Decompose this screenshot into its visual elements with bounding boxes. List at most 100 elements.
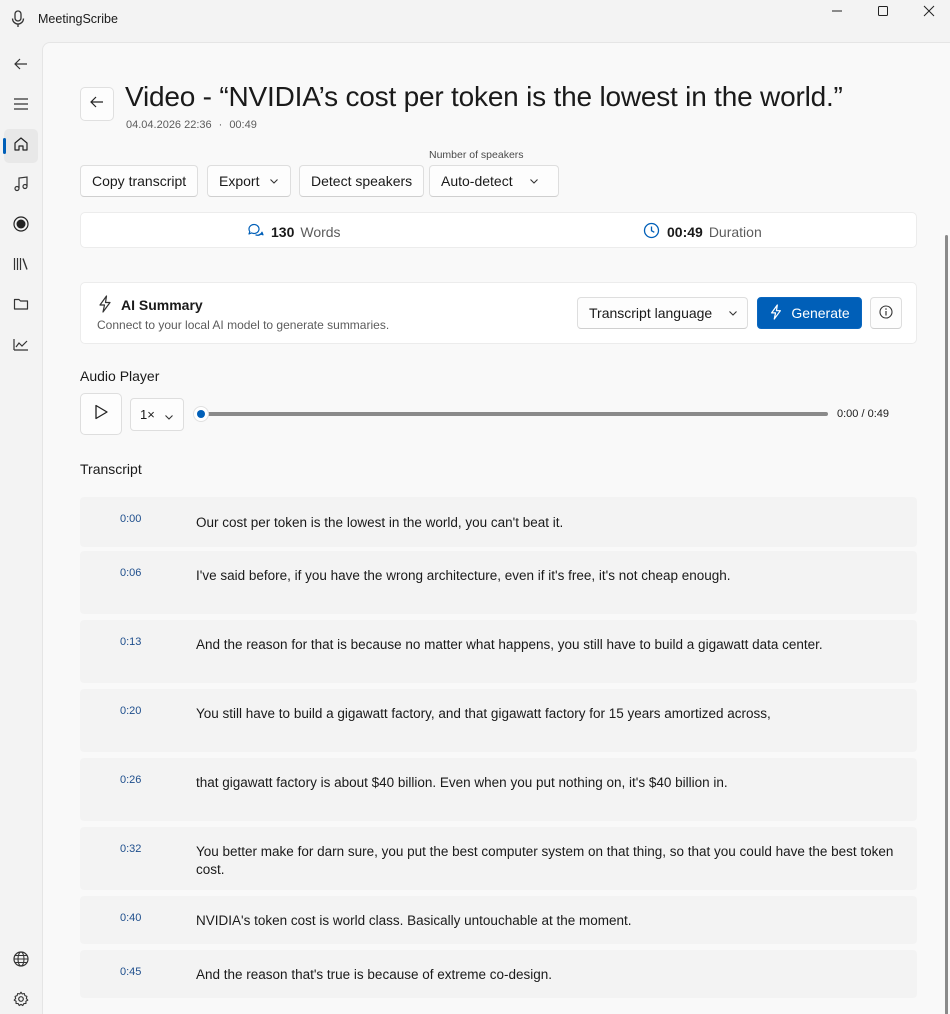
segment-timestamp[interactable]: 0:00 (120, 513, 141, 525)
home-icon (13, 136, 29, 157)
title-bar: MeetingScribe (0, 0, 950, 42)
lightning-icon (769, 303, 791, 323)
speakers-count-label: Number of speakers (429, 149, 524, 161)
recording-date: 04.04.2026 22:36 (126, 119, 212, 131)
playback-speed-value: 1× (140, 407, 155, 422)
words-stat: 130 Words (247, 222, 341, 242)
play-button[interactable] (80, 393, 122, 435)
playback-time: 0:00 / 0:49 (837, 408, 889, 420)
nav-item-home[interactable] (3, 129, 38, 163)
nav-item-record[interactable] (4, 209, 38, 243)
speakers-count-value: Auto-detect (441, 173, 513, 189)
transcript-segment[interactable]: 0:00 Our cost per token is the lowest in… (80, 497, 917, 547)
transcript-segment[interactable]: 0:45 And the reason that's true is becau… (80, 950, 917, 998)
detect-speakers-button[interactable]: Detect speakers (299, 165, 425, 197)
back-icon (13, 56, 29, 77)
recording-length: 00:49 (229, 119, 257, 131)
ai-summary-title: AI Summary (121, 297, 203, 313)
close-button[interactable] (906, 0, 950, 22)
segment-timestamp[interactable]: 0:32 (120, 843, 141, 855)
app-title: MeetingScribe (38, 12, 118, 26)
segment-text: Our cost per token is the lowest in the … (196, 515, 564, 530)
generate-label: Generate (791, 305, 850, 321)
duration-stat: 00:49 Duration (643, 222, 762, 242)
segment-timestamp[interactable]: 0:40 (120, 912, 141, 924)
microphone-icon (10, 10, 26, 28)
transcript-language-select[interactable]: Transcript language (577, 297, 748, 329)
folder-icon (13, 296, 29, 317)
page-title: Video - “NVIDIA’s cost per token is the … (125, 81, 843, 112)
music-icon (13, 175, 29, 197)
library-icon (13, 256, 29, 277)
play-icon (92, 403, 110, 426)
transcript-segment[interactable]: 0:26 that gigawatt factory is about $40 … (80, 758, 917, 821)
segment-text: that gigawatt factory is about $40 billi… (196, 775, 728, 790)
segment-timestamp[interactable]: 0:20 (120, 705, 141, 717)
segment-text: And the reason that's true is because of… (196, 967, 553, 982)
words-count: 130 (271, 224, 295, 240)
segment-text: You still have to build a gigawatt facto… (196, 706, 771, 721)
nav-item-analytics[interactable] (4, 329, 38, 363)
menu-icon (13, 96, 29, 117)
nav-item-library[interactable] (4, 249, 38, 283)
transcript-segment[interactable]: 0:06 I've said before, if you have the w… (80, 551, 917, 614)
segment-text: NVIDIA's token cost is world class. Basi… (196, 913, 632, 928)
stats-card: 130 Words 00:49 Duration (80, 212, 917, 248)
ai-summary-card: AI Summary Connect to your local AI mode… (80, 282, 917, 344)
maximize-button[interactable] (860, 0, 906, 22)
scrollbar[interactable] (945, 235, 948, 1014)
audio-player-title: Audio Player (80, 368, 160, 384)
globe-icon (13, 950, 29, 972)
segment-text: You better make for darn sure, you put t… (196, 844, 894, 877)
nav-item-settings[interactable] (4, 984, 38, 1014)
clock-icon (643, 222, 660, 242)
info-icon (879, 304, 893, 322)
seek-thumb[interactable] (193, 406, 209, 422)
main-content: Video - “NVIDIA’s cost per token is the … (42, 42, 950, 1014)
page-back-button[interactable] (80, 87, 114, 121)
chat-bubbles-icon (247, 222, 264, 242)
export-dropdown[interactable]: Export (207, 165, 292, 197)
duration-label: Duration (708, 224, 762, 240)
segment-timestamp[interactable]: 0:45 (120, 966, 141, 978)
detect-speakers-label: Detect speakers (311, 173, 413, 189)
nav-item-folder[interactable] (4, 289, 38, 323)
menu-button[interactable] (4, 89, 38, 123)
record-icon (13, 215, 29, 237)
speakers-count-select[interactable]: Auto-detect (429, 165, 559, 197)
copy-transcript-label: Copy transcript (92, 173, 187, 189)
seek-track[interactable] (200, 412, 828, 416)
chevron-down-icon (269, 176, 279, 186)
playback-speed-select[interactable]: 1× (130, 398, 184, 431)
segment-text: And the reason for that is because no ma… (196, 637, 823, 652)
nav-item-language[interactable] (4, 944, 38, 978)
segment-timestamp[interactable]: 0:26 (120, 774, 141, 786)
info-button[interactable] (870, 297, 902, 329)
nav-back-button[interactable] (4, 49, 38, 83)
nav-rail (0, 42, 42, 1014)
transcript-segment[interactable]: 0:20 You still have to build a gigawatt … (80, 689, 917, 752)
segment-timestamp[interactable]: 0:06 (120, 567, 141, 579)
transcript-language-value: Transcript language (589, 305, 713, 321)
meta-separator: · (218, 119, 223, 131)
segment-timestamp[interactable]: 0:13 (120, 636, 141, 648)
copy-transcript-button[interactable]: Copy transcript (80, 165, 199, 197)
export-label: Export (219, 173, 260, 189)
back-arrow-icon (89, 94, 105, 115)
transcript-title: Transcript (80, 461, 142, 477)
chart-icon (13, 336, 29, 357)
chevron-down-icon (164, 410, 174, 425)
words-label: Words (300, 224, 341, 240)
ai-summary-subtitle: Connect to your local AI model to genera… (97, 318, 390, 332)
settings-icon (13, 991, 29, 1012)
segment-text: I've said before, if you have the wrong … (196, 568, 731, 583)
lightning-icon (97, 295, 113, 318)
nav-item-music[interactable] (4, 169, 38, 203)
chevron-down-icon (728, 308, 738, 318)
transcript-segment[interactable]: 0:13 And the reason for that is because … (80, 620, 917, 683)
transcript-segment[interactable]: 0:32 You better make for darn sure, you … (80, 827, 917, 890)
transcript-segment[interactable]: 0:40 NVIDIA's token cost is world class.… (80, 896, 917, 944)
minimize-button[interactable] (814, 0, 860, 22)
recording-meta: 04.04.2026 22:36 · 00:49 (126, 119, 257, 131)
generate-button[interactable]: Generate (757, 297, 862, 329)
